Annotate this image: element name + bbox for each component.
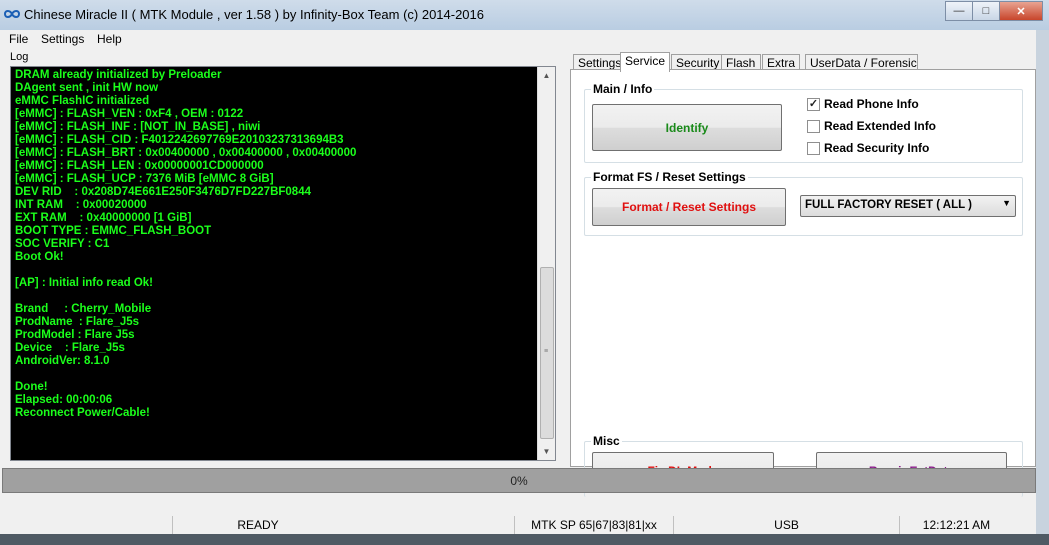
progress-bar: 0% xyxy=(2,468,1036,493)
tab-service[interactable]: Service xyxy=(620,52,670,72)
reset-mode-value: FULL FACTORY RESET ( ALL ) xyxy=(805,199,972,211)
log-line: ProdModel : Flare J5s xyxy=(15,329,135,341)
log-line: [eMMC] : FLASH_INF : [NOT_IN_BASE] , niw… xyxy=(15,121,261,133)
status-time: 12:12:21 AM xyxy=(899,516,1013,534)
log-line: Reconnect Power/Cable! xyxy=(15,407,150,419)
log-output[interactable]: DRAM already initialized by Preloader DAg… xyxy=(10,66,556,461)
log-line: DRAM already initialized by Preloader xyxy=(15,69,222,81)
menu-help[interactable]: Help xyxy=(97,32,122,46)
read-phone-info-option[interactable]: ✓ Read Phone Info xyxy=(807,97,919,111)
progress-text: 0% xyxy=(510,473,528,488)
main-info-title: Main / Info xyxy=(591,82,655,96)
format-group: Format FS / Reset Settings Format / Rese… xyxy=(584,170,1023,236)
service-tab-page: Main / Info Identify ✓ Read Phone Info R… xyxy=(570,69,1036,497)
title-bar: Chinese Miracle II ( MTK Module , ver 1.… xyxy=(0,0,1049,30)
window-controls: — □ ✕ xyxy=(945,1,1043,21)
log-line: [eMMC] : FLASH_LEN : 0x00000001CD000000 xyxy=(15,160,264,172)
log-line: [eMMC] : FLASH_UCP : 7376 MiB [eMMC 8 Gi… xyxy=(15,173,274,185)
menu-bar: File Settings Help xyxy=(0,30,1036,48)
status-connection: USB xyxy=(673,516,899,534)
log-line: SOC VERIFY : C1 xyxy=(15,238,110,250)
format-reset-button[interactable]: Format / Reset Settings xyxy=(592,188,786,226)
grip-icon: ≡ xyxy=(544,348,549,355)
infinity-logo-icon xyxy=(3,10,21,18)
taskbar xyxy=(0,534,1049,545)
background-window-edge xyxy=(1036,30,1049,545)
log-lines: DRAM already initialized by Preloader DAg… xyxy=(15,69,356,420)
status-bar: READY MTK SP 65|67|83|81|xx USB 12:12:21… xyxy=(0,514,1036,534)
log-line: Boot Ok! xyxy=(15,251,64,263)
log-line: Brand : Cherry_Mobile xyxy=(15,303,152,315)
checkbox-icon[interactable] xyxy=(807,119,820,133)
log-line: [eMMC] : FLASH_VEN : 0xF4 , OEM : 0122 xyxy=(15,108,244,120)
log-line: [AP] : Initial info read Ok! xyxy=(15,277,154,289)
log-line: Device : Flare_J5s xyxy=(15,342,125,354)
read-security-info-option[interactable]: Read Security Info xyxy=(807,141,929,155)
close-icon[interactable]: ✕ xyxy=(999,1,1043,21)
client-area: Log DRAM already initialized by Preloade… xyxy=(0,48,1036,545)
log-scrollbar[interactable]: ▲ ≡ ▼ xyxy=(537,67,555,460)
maximize-icon[interactable]: □ xyxy=(972,1,1000,21)
log-line: INT RAM : 0x00020000 xyxy=(15,199,147,211)
read-extended-info-label: Read Extended Info xyxy=(824,119,937,133)
log-line: Done! xyxy=(15,381,48,393)
scroll-up-icon[interactable]: ▲ xyxy=(538,67,555,84)
identify-button[interactable]: Identify xyxy=(592,104,782,151)
log-line: DEV RID : 0x208D74E661E250F3476D7FD227BF… xyxy=(15,186,311,198)
checkbox-icon[interactable] xyxy=(807,141,820,155)
minimize-icon[interactable]: — xyxy=(945,1,973,21)
scroll-thumb[interactable]: ≡ xyxy=(540,267,554,439)
log-line: [eMMC] : FLASH_CID : F4012242697769E2010… xyxy=(15,134,344,146)
chevron-down-icon: ▼ xyxy=(1002,198,1011,208)
read-extended-info-option[interactable]: Read Extended Info xyxy=(807,119,936,133)
log-line: DAgent sent , init HW now xyxy=(15,82,159,94)
menu-file[interactable]: File xyxy=(9,32,28,46)
log-line: [eMMC] : FLASH_BRT : 0x00400000 , 0x0040… xyxy=(15,147,357,159)
log-line: EXT RAM : 0x40000000 [1 GiB] xyxy=(15,212,192,224)
log-line: eMMC FlashIC initialized xyxy=(15,95,150,107)
window-title: Chinese Miracle II ( MTK Module , ver 1.… xyxy=(24,7,485,22)
log-label: Log xyxy=(10,51,29,63)
log-line: AndroidVer: 8.1.0 xyxy=(15,355,110,367)
status-state: READY xyxy=(172,516,343,534)
read-security-info-label: Read Security Info xyxy=(824,141,930,155)
misc-title: Misc xyxy=(591,434,622,448)
reset-mode-select[interactable]: FULL FACTORY RESET ( ALL ) ▼ xyxy=(800,195,1016,217)
main-info-group: Main / Info Identify ✓ Read Phone Info R… xyxy=(584,82,1023,163)
log-line: Elapsed: 00:00:06 xyxy=(15,394,113,406)
status-platform: MTK SP 65|67|83|81|xx xyxy=(514,516,673,534)
scroll-down-icon[interactable]: ▼ xyxy=(538,443,555,460)
menu-settings[interactable]: Settings xyxy=(41,32,84,46)
read-phone-info-label: Read Phone Info xyxy=(824,97,919,111)
format-title: Format FS / Reset Settings xyxy=(591,170,748,184)
checkbox-icon[interactable]: ✓ xyxy=(807,97,820,111)
log-line: ProdName : Flare_J5s xyxy=(15,316,140,328)
log-line: BOOT TYPE : EMMC_FLASH_BOOT xyxy=(15,225,212,237)
